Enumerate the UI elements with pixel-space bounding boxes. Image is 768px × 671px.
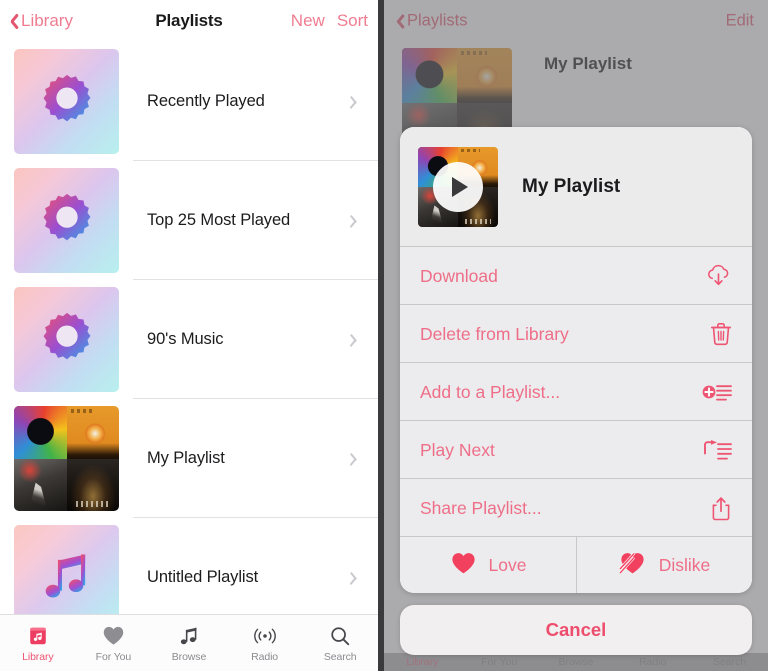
list-item-label: My Playlist: [147, 449, 225, 467]
album-art-tile: [66, 458, 119, 511]
menu-item-label: Add to a Playlist...: [420, 381, 561, 402]
album-art-tile: [66, 406, 119, 459]
playlist-artwork: [418, 147, 498, 227]
list-item-label: 90's Music: [147, 330, 224, 348]
playlist-list: Recently Played Top 25 Most Played 90's …: [0, 42, 378, 637]
gear-icon: [43, 193, 90, 240]
album-art-tile: [14, 406, 67, 459]
list-item[interactable]: 90's Music: [0, 280, 378, 399]
tab-label: For You: [95, 651, 132, 663]
chevron-left-icon: [6, 12, 17, 30]
cloud-download-icon: [698, 264, 732, 288]
page-title: Playlists: [155, 11, 223, 30]
love-label: Love: [488, 554, 527, 575]
nav-actions: New Sort: [291, 11, 368, 31]
dislike-label: Dislike: [658, 554, 711, 575]
menu-item-label: Download: [420, 265, 498, 286]
playlist-album-collage-artwork: [14, 406, 119, 511]
chevron-right-icon: [353, 94, 362, 109]
menu-item-play-next[interactable]: Play Next: [400, 421, 752, 479]
menu-item-share-playlist[interactable]: Share Playlist...: [400, 479, 752, 537]
tab-for-you[interactable]: For You: [76, 615, 152, 671]
action-sheet-header: My Playlist: [400, 127, 752, 247]
play-button[interactable]: [433, 162, 483, 212]
menu-item-label: Play Next: [420, 439, 495, 460]
add-to-playlist-icon: [698, 382, 732, 402]
smart-playlist-artwork: [14, 49, 119, 154]
menu-item-add-to-playlist[interactable]: Add to a Playlist...: [400, 363, 752, 421]
chevron-right-icon: [353, 570, 362, 585]
chevron-right-icon: [353, 451, 362, 466]
menu-item-download[interactable]: Download: [400, 247, 752, 305]
share-icon: [698, 496, 732, 521]
new-button[interactable]: New: [291, 11, 325, 31]
heart-filled-icon: [450, 551, 477, 580]
heart-icon: [102, 623, 125, 648]
list-item-label: Top 25 Most Played: [147, 211, 291, 229]
sort-button[interactable]: Sort: [337, 11, 368, 31]
cancel-button[interactable]: Cancel: [400, 605, 752, 655]
trash-icon: [698, 322, 732, 346]
play-icon: [452, 177, 468, 197]
chevron-right-icon: [353, 213, 362, 228]
list-item[interactable]: Recently Played: [0, 42, 378, 161]
tab-label: Library: [22, 651, 54, 663]
tab-label: Radio: [251, 651, 279, 663]
list-item[interactable]: Top 25 Most Played: [0, 161, 378, 280]
dislike-button[interactable]: Dislike: [576, 537, 752, 593]
tab-radio[interactable]: Radio: [227, 615, 303, 671]
smart-playlist-artwork: [14, 287, 119, 392]
play-next-icon: [698, 439, 732, 461]
tab-bar: Library For You Browse Radio Search: [0, 614, 378, 671]
dual-screenshot: Library Playlists New Sort Recently Play…: [0, 0, 768, 671]
menu-item-label: Share Playlist...: [420, 497, 542, 518]
library-icon: [27, 623, 49, 648]
gear-icon: [43, 74, 90, 121]
action-sheet: My Playlist Download Delete from Library: [400, 127, 752, 593]
back-label: Library: [21, 11, 73, 30]
love-button[interactable]: Love: [400, 537, 576, 593]
back-to-library-button[interactable]: Library: [6, 11, 73, 31]
tab-label: Search: [323, 651, 357, 663]
list-item-label: Untitled Playlist: [147, 568, 259, 586]
list-item[interactable]: My Playlist: [0, 399, 378, 518]
left-phone-screen: Library Playlists New Sort Recently Play…: [0, 0, 378, 671]
tab-label: Browse: [171, 651, 207, 663]
chevron-right-icon: [353, 332, 362, 347]
tab-library[interactable]: Library: [0, 615, 76, 671]
navigation-bar: Library Playlists New Sort: [0, 0, 378, 42]
tab-browse[interactable]: Browse: [151, 615, 227, 671]
action-sheet-title: My Playlist: [522, 176, 621, 197]
heart-broken-icon: [618, 551, 647, 580]
menu-item-delete-from-library[interactable]: Delete from Library: [400, 305, 752, 363]
music-note-icon: [178, 623, 199, 648]
music-note-icon: [45, 553, 85, 597]
smart-playlist-artwork: [14, 168, 119, 273]
list-item-label: Recently Played: [147, 92, 265, 110]
album-art-tile: [14, 458, 67, 511]
love-dislike-row: Love Dislike: [400, 537, 752, 593]
search-icon: [329, 623, 351, 648]
menu-item-label: Delete from Library: [420, 323, 569, 344]
tab-search[interactable]: Search: [302, 615, 378, 671]
gear-icon: [43, 312, 90, 359]
right-phone-screen: Playlists Edit My Playlist: [384, 0, 768, 671]
radio-broadcast-icon: [252, 623, 278, 648]
